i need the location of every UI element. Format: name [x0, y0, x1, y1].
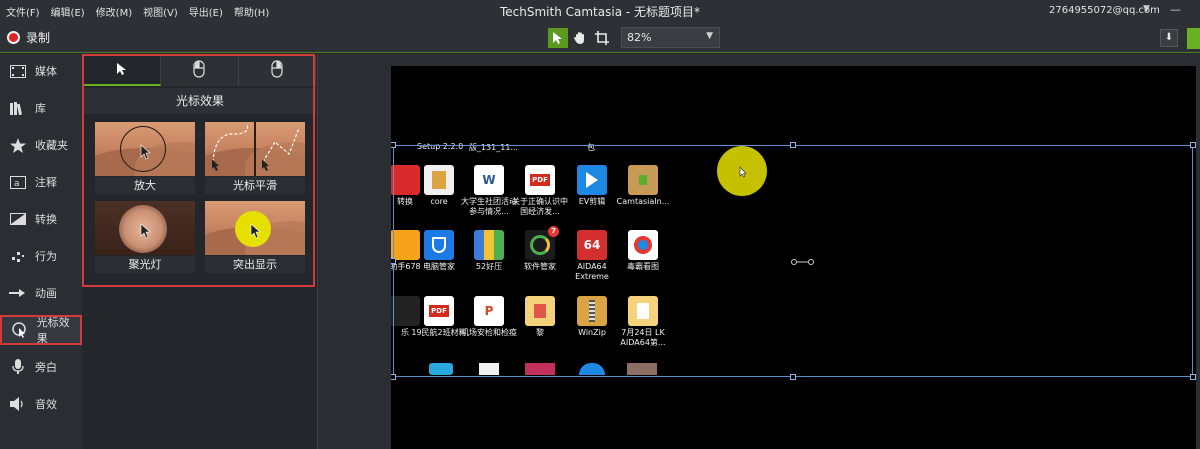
cursor-highlight-spot [717, 146, 767, 196]
spotlight-preview [95, 201, 195, 255]
effect-label: 突出显示 [205, 256, 305, 273]
transition-icon [8, 209, 28, 229]
resize-handle[interactable] [790, 142, 796, 148]
menu-help[interactable]: 帮助(H) [234, 4, 269, 19]
library-icon [8, 98, 28, 118]
sidebar-item-label: 光标效果 [36, 316, 70, 345]
resize-handle[interactable] [391, 258, 396, 264]
cursor-effects-panel: 光标效果 放大 光标平滑 聚光灯 突出显示 [82, 54, 318, 449]
menu-file[interactable]: 文件(F) [6, 4, 40, 19]
select-tool-icon[interactable] [548, 28, 568, 48]
resize-handle[interactable] [790, 374, 796, 380]
pan-tool-icon[interactable] [570, 28, 590, 48]
effect-label: 聚光灯 [95, 256, 195, 273]
cursor-effect-tabs [84, 56, 316, 86]
menubar: 文件(F) 编辑(E) 修改(M) 视图(V) 导出(E) 帮助(H) Tech… [0, 0, 1200, 23]
highlight-preview [205, 201, 305, 255]
zoom-select[interactable]: 82% ▼ [621, 27, 720, 48]
tools-sidebar: 媒体 库 收藏夹 a 注释 转换 行为 动画 光标效果 旁白 音效 [0, 54, 82, 449]
account-dropdown-icon[interactable]: ▼ [1143, 4, 1150, 14]
chevron-down-icon: ▼ [706, 31, 713, 41]
effect-cursor-smoothing[interactable]: 光标平滑 [205, 122, 305, 194]
effect-label: 光标平滑 [205, 177, 305, 194]
record-icon [7, 31, 20, 44]
sidebar-item-label: 行为 [35, 250, 57, 263]
sidebar-item-label: 媒体 [35, 65, 57, 78]
resize-handle[interactable] [391, 142, 396, 148]
sidebar-item-label: 注释 [35, 176, 57, 189]
magnify-preview [95, 122, 195, 176]
left-click-icon [193, 60, 206, 82]
resize-handle[interactable] [1190, 142, 1196, 148]
tab-left-click-effects[interactable] [161, 56, 239, 86]
microphone-icon [8, 357, 28, 377]
menu-modify[interactable]: 修改(M) [96, 4, 132, 19]
sidebar-item-behaviors[interactable]: 行为 [0, 241, 82, 271]
effect-highlight[interactable]: 突出显示 [205, 201, 305, 273]
sidebar-item-annotations[interactable]: a 注释 [0, 167, 82, 197]
menu-edit[interactable]: 编辑(E) [51, 4, 85, 19]
film-icon [8, 61, 28, 81]
sidebar-item-label: 收藏夹 [35, 139, 68, 152]
behavior-icon [8, 246, 28, 266]
record-label: 录制 [26, 31, 51, 45]
svg-text:a: a [14, 179, 20, 189]
effect-magnify[interactable]: 放大 [95, 122, 195, 194]
sidebar-item-animations[interactable]: 动画 [0, 278, 82, 308]
minimize-icon[interactable]: — [1170, 3, 1181, 16]
star-icon [8, 135, 28, 155]
cursor-effect-icon [10, 320, 30, 340]
tab-right-click-effects[interactable] [238, 56, 316, 86]
resize-handle[interactable] [391, 374, 396, 380]
menu-export[interactable]: 导出(E) [189, 4, 223, 19]
pointer-icon [116, 61, 128, 80]
resize-handle[interactable] [1190, 374, 1196, 380]
sidebar-item-voice-narration[interactable]: 旁白 [0, 352, 82, 382]
annotation-icon: a [8, 172, 28, 192]
download-icon[interactable]: ⬇ [1160, 29, 1178, 47]
sidebar-item-label: 音效 [35, 398, 57, 411]
effect-spotlight[interactable]: 聚光灯 [95, 201, 195, 273]
preview-canvas[interactable]: Setup 2.2.0 版_131_11... 包 转换 core W 大学生社… [391, 66, 1196, 449]
sidebar-item-label: 旁白 [35, 361, 57, 374]
record-button[interactable]: 录制 [7, 29, 50, 46]
sidebar-item-audio-effects[interactable]: 音效 [0, 389, 82, 419]
tab-pointer-effects[interactable] [84, 56, 162, 86]
sidebar-item-cursor-effects[interactable]: 光标效果 [0, 315, 82, 345]
sidebar-item-favorites[interactable]: 收藏夹 [0, 130, 82, 160]
anchor-handle-icon[interactable] [791, 258, 815, 266]
panel-title: 光标效果 [84, 88, 316, 114]
sidebar-item-label: 转换 [35, 213, 57, 226]
sidebar-item-label: 动画 [35, 287, 57, 300]
menu-list: 文件(F) 编辑(E) 修改(M) 视图(V) 导出(E) 帮助(H) [0, 4, 280, 19]
sidebar-item-transitions[interactable]: 转换 [0, 204, 82, 234]
right-click-icon [271, 60, 283, 82]
menu-view[interactable]: 视图(V) [143, 4, 178, 19]
animation-icon [8, 283, 28, 303]
sidebar-item-media[interactable]: 媒体 [0, 56, 82, 86]
sidebar-item-label: 库 [35, 102, 46, 115]
smoothing-preview [205, 122, 305, 176]
crop-tool-icon[interactable] [592, 28, 612, 48]
toolbar: 录制 82% ▼ ⬇ [0, 23, 1200, 53]
sidebar-item-library[interactable]: 库 [0, 93, 82, 123]
effect-label: 放大 [95, 177, 195, 194]
speaker-icon [8, 394, 28, 414]
camtasia-window: 文件(F) 编辑(E) 修改(M) 视图(V) 导出(E) 帮助(H) Tech… [0, 0, 1200, 449]
zoom-value: 82% [627, 31, 652, 44]
share-button[interactable] [1187, 28, 1200, 49]
